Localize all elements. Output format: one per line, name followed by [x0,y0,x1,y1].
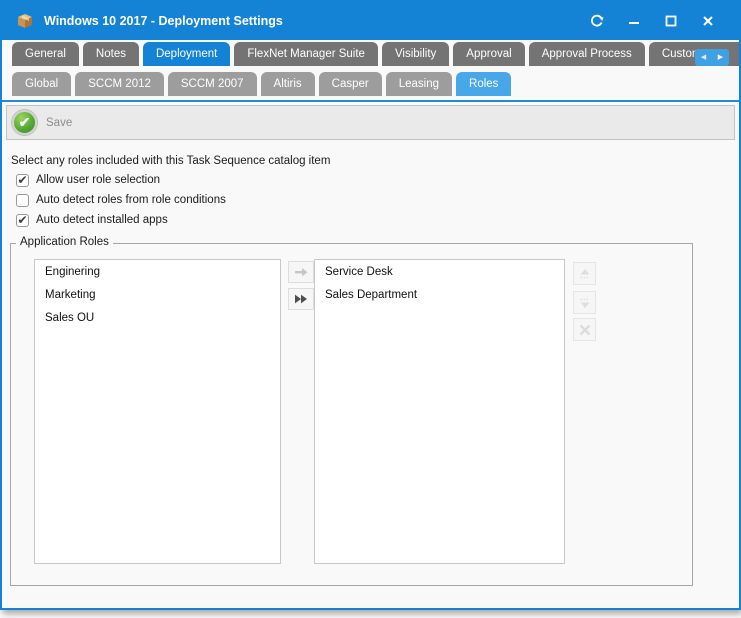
primary-tab-strip: General Notes Deployment FlexNet Manager… [2,42,739,66]
tab-scroll-control: ◀ ▶ [695,49,729,66]
arrow-up-icon [577,266,593,282]
arrow-right-icon [293,265,309,279]
save-check-icon: ✔ [12,110,37,135]
tab-roles[interactable]: Roles [456,72,511,96]
arrow-down-icon [577,295,593,311]
list-item[interactable]: Sales OU [35,306,280,329]
minimize-icon[interactable] [623,10,645,32]
tab-deployment[interactable]: Deployment [143,42,230,66]
window-controls [586,10,719,32]
deployment-settings-window: Windows 10 2017 - Deployment Settings [0,0,741,610]
list-item[interactable]: Sales Department [315,283,564,306]
tab-scroll-right-icon[interactable]: ▶ [718,54,723,61]
remove-role-button[interactable] [573,318,596,341]
tab-visibility[interactable]: Visibility [382,42,449,66]
checkbox-box: ✔ [16,214,29,227]
package-icon [16,12,34,30]
tab-scroll-left-icon[interactable]: ◀ [701,54,706,61]
tab-global[interactable]: Global [12,72,71,96]
tab-sccm-2007[interactable]: SCCM 2007 [168,72,257,96]
list-item[interactable]: Service Desk [315,260,564,283]
tab-notes[interactable]: Notes [83,42,139,66]
checkbox-allow-user-role-selection[interactable]: ✔ Allow user role selection [16,170,739,190]
available-roles-list[interactable]: EngineringMarketingSales OU [34,259,281,564]
maximize-icon[interactable] [660,10,682,32]
save-button-label: Save [46,117,72,129]
tab-flexnet-manager-suite[interactable]: FlexNet Manager Suite [234,42,378,66]
groupbox-legend: Application Roles [16,236,113,248]
window-title: Windows 10 2017 - Deployment Settings [44,14,586,28]
delete-x-icon [577,322,593,338]
tab-approval-process[interactable]: Approval Process [529,42,645,66]
checkbox-auto-detect-installed-apps[interactable]: ✔ Auto detect installed apps [16,210,739,230]
tab-strip-underline [2,100,739,102]
tab-approval[interactable]: Approval [453,42,524,66]
checkbox-label: Auto detect roles from role conditions [36,194,226,206]
move-up-button[interactable] [573,262,596,285]
move-all-right-button[interactable] [288,288,314,310]
close-icon[interactable] [697,10,719,32]
secondary-tab-strip: Global SCCM 2012 SCCM 2007 Altiris Caspe… [2,72,739,96]
refresh-icon[interactable] [586,10,608,32]
move-down-button[interactable] [573,291,596,314]
toolbar: ✔ Save [6,105,735,140]
checkbox-box: ✔ [16,174,29,187]
checkbox-label: Auto detect installed apps [36,214,168,226]
instruction-text: Select any roles included with this Task… [11,155,739,167]
titlebar: Windows 10 2017 - Deployment Settings [2,2,739,40]
list-item[interactable]: Marketing [35,283,280,306]
tab-leasing[interactable]: Leasing [386,72,452,96]
save-button[interactable]: ✔ Save [12,110,72,135]
list-item[interactable]: Enginering [35,260,280,283]
application-roles-groupbox: Application Roles EngineringMarketingSal… [10,243,693,586]
tab-sccm-2012[interactable]: SCCM 2012 [75,72,164,96]
checkbox-label: Allow user role selection [36,174,160,186]
checkbox-auto-detect-roles-from-role-conditions[interactable]: Auto detect roles from role conditions [16,190,739,210]
tab-altiris[interactable]: Altiris [261,72,315,96]
double-arrow-right-icon [293,292,309,306]
move-selected-right-button[interactable] [288,261,314,283]
tab-casper[interactable]: Casper [319,72,382,96]
checkbox-box [16,194,29,207]
assigned-roles-list[interactable]: Service DeskSales Department [314,259,565,564]
tab-general[interactable]: General [12,42,79,66]
